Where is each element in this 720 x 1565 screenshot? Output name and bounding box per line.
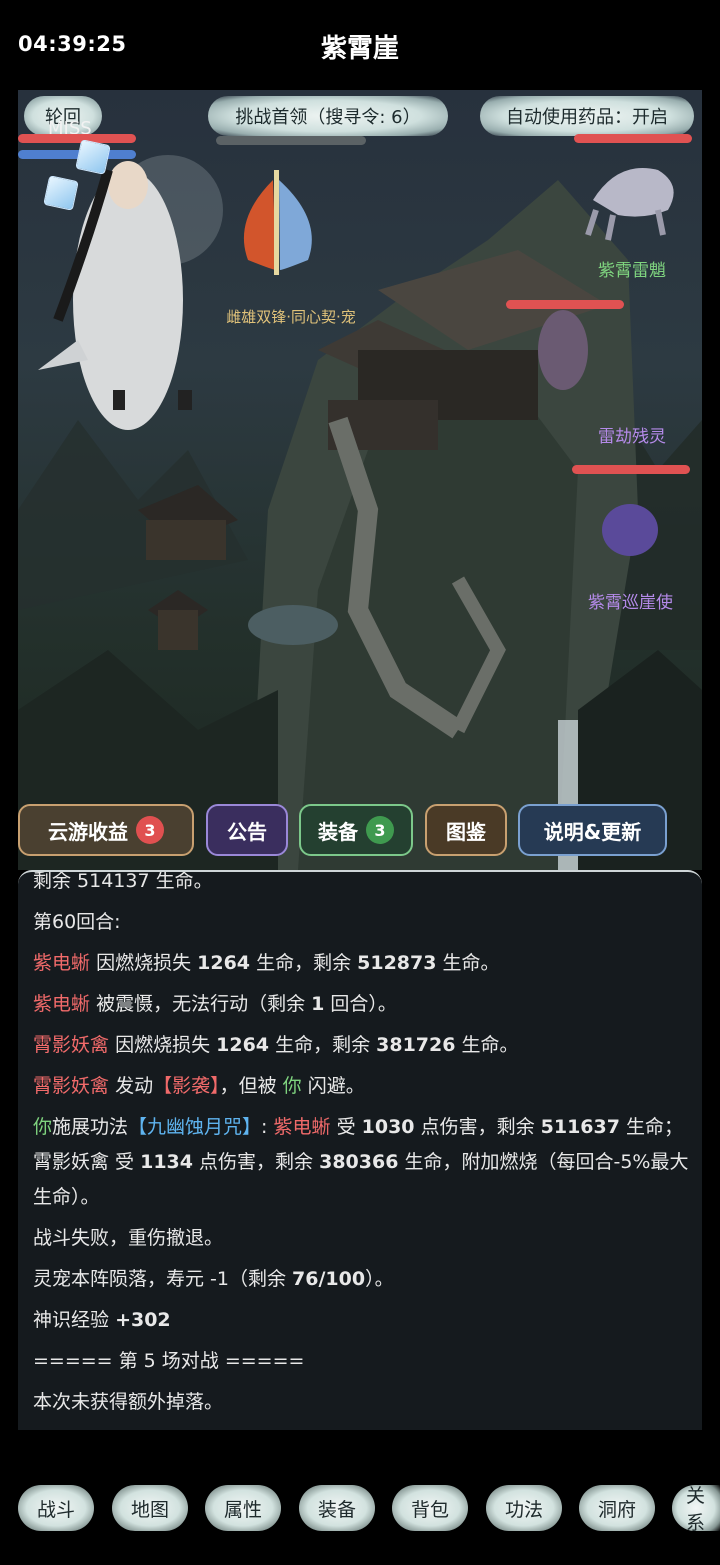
pet-name-label: 雌雄双锋·同心契·宠	[226, 308, 356, 326]
enemy-hp-bar	[506, 300, 624, 309]
bottom-nav: 战斗 地图 属性 装备 背包 功法 洞府 关系	[0, 1485, 720, 1535]
log-line: 剩余 514137 生命。	[33, 870, 213, 892]
player-hp-bar	[18, 134, 136, 143]
help-update-button[interactable]: 说明&更新	[518, 804, 667, 856]
scene-background	[18, 155, 702, 870]
travel-rewards-button[interactable]: 云游收益 3	[18, 804, 194, 856]
log-line: 神识经验 +302	[33, 1309, 171, 1331]
nav-attributes[interactable]: 属性	[205, 1485, 281, 1531]
travel-badge: 3	[136, 816, 164, 844]
page-title: 紫霄崖	[320, 34, 399, 64]
enemy-name-label[interactable]: 紫霄巡崖使	[588, 588, 673, 613]
ice-cube-icon	[43, 175, 79, 211]
battle-log[interactable]: 剩余 514137 生命。 第60回合: 紫电蜥 因燃烧损失 1264 生命，剩…	[18, 870, 702, 1430]
codex-button[interactable]: 图鉴	[425, 804, 507, 856]
status-bar: 04:39:25 紫霄崖	[0, 0, 720, 90]
log-line: 灵宠本阵陨落，寿元 -1（剩余 76/100）。	[33, 1268, 394, 1290]
challenge-boss-button[interactable]: 挑战首领（搜寻令: 6）	[208, 96, 448, 136]
nav-cave[interactable]: 洞府	[579, 1485, 655, 1531]
log-line: 本次未获得额外掉落。	[33, 1391, 224, 1413]
log-line: 第60回合:	[33, 911, 121, 933]
log-line: 战斗失败，重伤撤退。	[33, 1227, 224, 1249]
nav-relations[interactable]: 关系	[672, 1485, 720, 1534]
ice-cube-icon	[75, 139, 111, 175]
log-line: 霄影妖禽 因燃烧损失 1264 生命，剩余 381726 生命。	[33, 1034, 519, 1056]
enemy-name-label[interactable]: 雷劫残灵	[598, 422, 666, 447]
nav-map[interactable]: 地图	[112, 1485, 188, 1531]
nav-equipment[interactable]: 装备	[299, 1485, 375, 1531]
nav-bag[interactable]: 背包	[392, 1485, 468, 1531]
auto-potion-toggle[interactable]: 自动使用药品：开启	[480, 96, 694, 136]
log-line: 紫电蜥 被震慑，无法行动（剩余 1 回合）。	[33, 993, 397, 1015]
battle-scene: 轮回 MISS 挑战首领（搜寻令: 6） 自动使用药品：开启 雌雄双锋·同心契·…	[18, 90, 702, 870]
log-line: 你施展功法【九幽蚀月咒】: 紫电蜥 受 1030 点伤害，剩余 511637 生…	[33, 1116, 689, 1208]
pet-hp-bar	[216, 136, 366, 145]
log-line: 霄影妖禽 发动【影袭】，但被 你 闪避。	[33, 1075, 365, 1097]
nav-battle[interactable]: 战斗	[18, 1485, 94, 1531]
enemy-hp-bar	[572, 465, 690, 474]
nav-skills[interactable]: 功法	[486, 1485, 562, 1531]
notice-button[interactable]: 公告	[206, 804, 288, 856]
enemy-hp-bar	[574, 134, 692, 143]
log-line: ===== 第 5 场对战 =====	[33, 1350, 305, 1372]
equipment-badge: 3	[366, 816, 394, 844]
enemy-name-label[interactable]: 紫霄雷魈	[598, 256, 666, 281]
log-line: 紫电蜥 因燃烧损失 1264 生命，剩余 512873 生命。	[33, 952, 500, 974]
action-bar: 云游收益 3 公告 装备 3 图鉴 说明&更新	[0, 804, 720, 856]
equipment-button[interactable]: 装备 3	[299, 804, 413, 856]
